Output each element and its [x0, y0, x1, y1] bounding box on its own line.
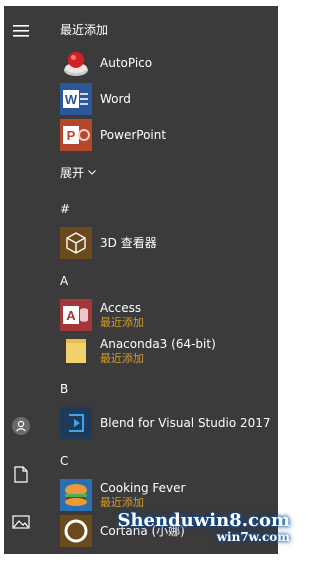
- recently-added-badge: 最近添加: [100, 351, 144, 365]
- app-3d-viewer[interactable]: 3D 查看器: [60, 227, 157, 259]
- left-rail: [4, 6, 38, 554]
- document-icon[interactable]: [4, 459, 38, 489]
- app-blend[interactable]: Blend for Visual Studio 2017: [60, 407, 271, 439]
- app-word[interactable]: W Word: [60, 83, 131, 115]
- 3d-viewer-icon: [60, 227, 92, 259]
- app-name: AutoPico: [100, 55, 153, 70]
- app-name: Cooking Fever: [100, 480, 186, 495]
- recently-added-badge: 最近添加: [100, 495, 144, 509]
- word-icon: W: [60, 83, 92, 115]
- app-name: Anaconda3 (64-bit): [100, 336, 216, 351]
- app-powerpoint[interactable]: P PowerPoint: [60, 119, 166, 151]
- user-icon[interactable]: [4, 411, 38, 441]
- pictures-icon[interactable]: [4, 507, 38, 537]
- app-anaconda3[interactable]: Anaconda3 (64-bit) 最近添加: [60, 335, 216, 367]
- expand-label: 展开: [60, 166, 85, 180]
- recently-added-header: 最近添加: [60, 23, 109, 37]
- app-access[interactable]: A Access 最近添加: [60, 299, 144, 331]
- svg-text:W: W: [65, 92, 78, 107]
- autopico-icon: [60, 47, 92, 79]
- chevron-down-icon: [88, 170, 96, 175]
- app-name: PowerPoint: [100, 127, 167, 142]
- app-cooking-fever[interactable]: Cooking Fever 最近添加: [60, 479, 185, 511]
- svg-text:A: A: [66, 308, 76, 323]
- section-letter-hash[interactable]: #: [60, 202, 70, 216]
- app-cortana[interactable]: Cortana (小娜): [60, 515, 185, 547]
- app-name: Cortana (小娜): [100, 523, 185, 538]
- hamburger-menu-icon[interactable]: [4, 16, 38, 46]
- cooking-fever-icon: [60, 479, 92, 511]
- app-name: Word: [100, 91, 131, 106]
- expand-button[interactable]: 展开: [60, 164, 96, 181]
- section-letter-b[interactable]: B: [60, 382, 68, 396]
- app-list: 最近添加 AutoPico W Word P PowerPoint 展开 # 3…: [60, 6, 278, 554]
- folder-icon: [60, 335, 92, 367]
- start-menu: 最近添加 AutoPico W Word P PowerPoint 展开 # 3…: [4, 6, 278, 554]
- svg-text:P: P: [67, 128, 76, 143]
- app-name: 3D 查看器: [100, 235, 157, 250]
- access-icon: A: [60, 299, 92, 331]
- cortana-icon: [60, 515, 92, 547]
- app-name: Access: [100, 300, 142, 315]
- app-autopico[interactable]: AutoPico: [60, 47, 152, 79]
- section-letter-a[interactable]: A: [60, 274, 68, 288]
- recently-added-badge: 最近添加: [100, 315, 144, 329]
- section-letter-c[interactable]: C: [60, 454, 68, 468]
- powerpoint-icon: P: [60, 119, 92, 151]
- blend-icon: [60, 407, 92, 439]
- app-name: Blend for Visual Studio 2017: [100, 415, 271, 430]
